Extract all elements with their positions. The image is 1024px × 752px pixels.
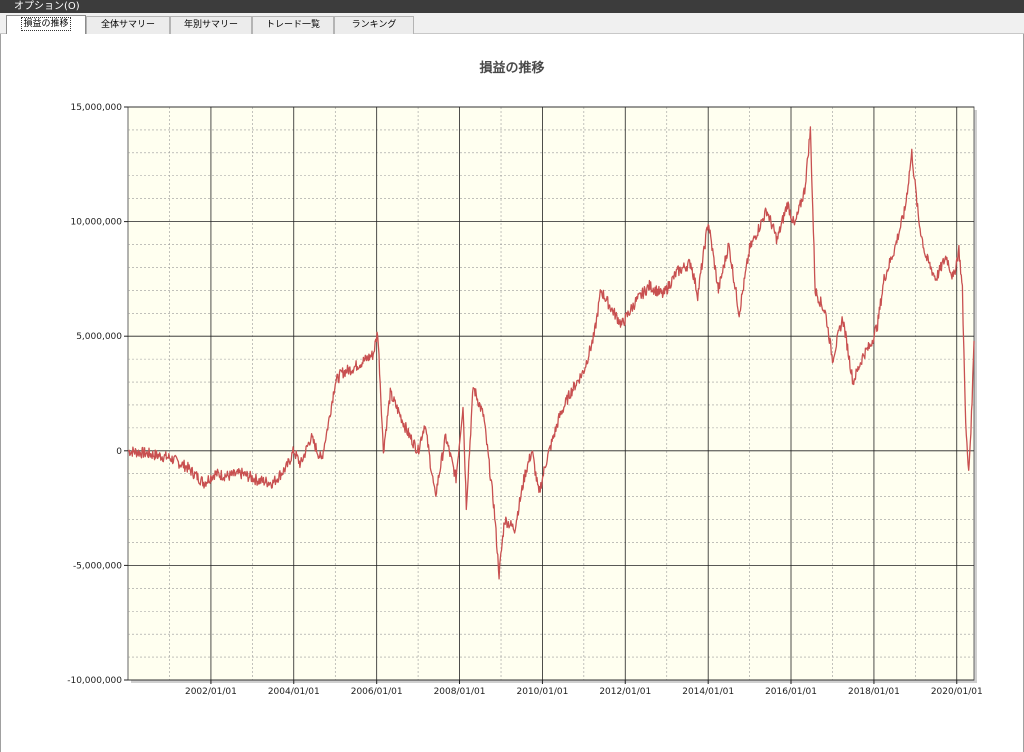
plot-area (127, 106, 975, 681)
x-tick-label: 2012/01/01 (599, 687, 651, 697)
profit-chart: 15,000,000 10,000,000 5,000,000 0 -5,000,000… (67, 103, 983, 697)
x-tick-label: 2014/01/01 (682, 687, 734, 697)
x-tick-label: 2020/01/01 (931, 687, 983, 697)
y-tick-label: 5,000,000 (76, 332, 122, 342)
x-tick-label: 2008/01/01 (434, 687, 486, 697)
y-tick-label: -5,000,000 (73, 561, 122, 571)
x-tick-label: 2002/01/01 (185, 687, 237, 697)
x-tick-label: 2006/01/01 (351, 687, 403, 697)
x-tick-label: 2010/01/01 (516, 687, 568, 697)
x-tick-label: 2004/01/01 (268, 687, 320, 697)
x-tick-label: 2018/01/01 (848, 687, 900, 697)
x-tick-label: 2016/01/01 (765, 687, 817, 697)
y-tick-label: 10,000,000 (70, 218, 122, 228)
y-tick-label: 15,000,000 (70, 103, 122, 113)
y-tick-label: -10,000,000 (67, 676, 122, 686)
y-tick-label: 0 (116, 447, 122, 457)
